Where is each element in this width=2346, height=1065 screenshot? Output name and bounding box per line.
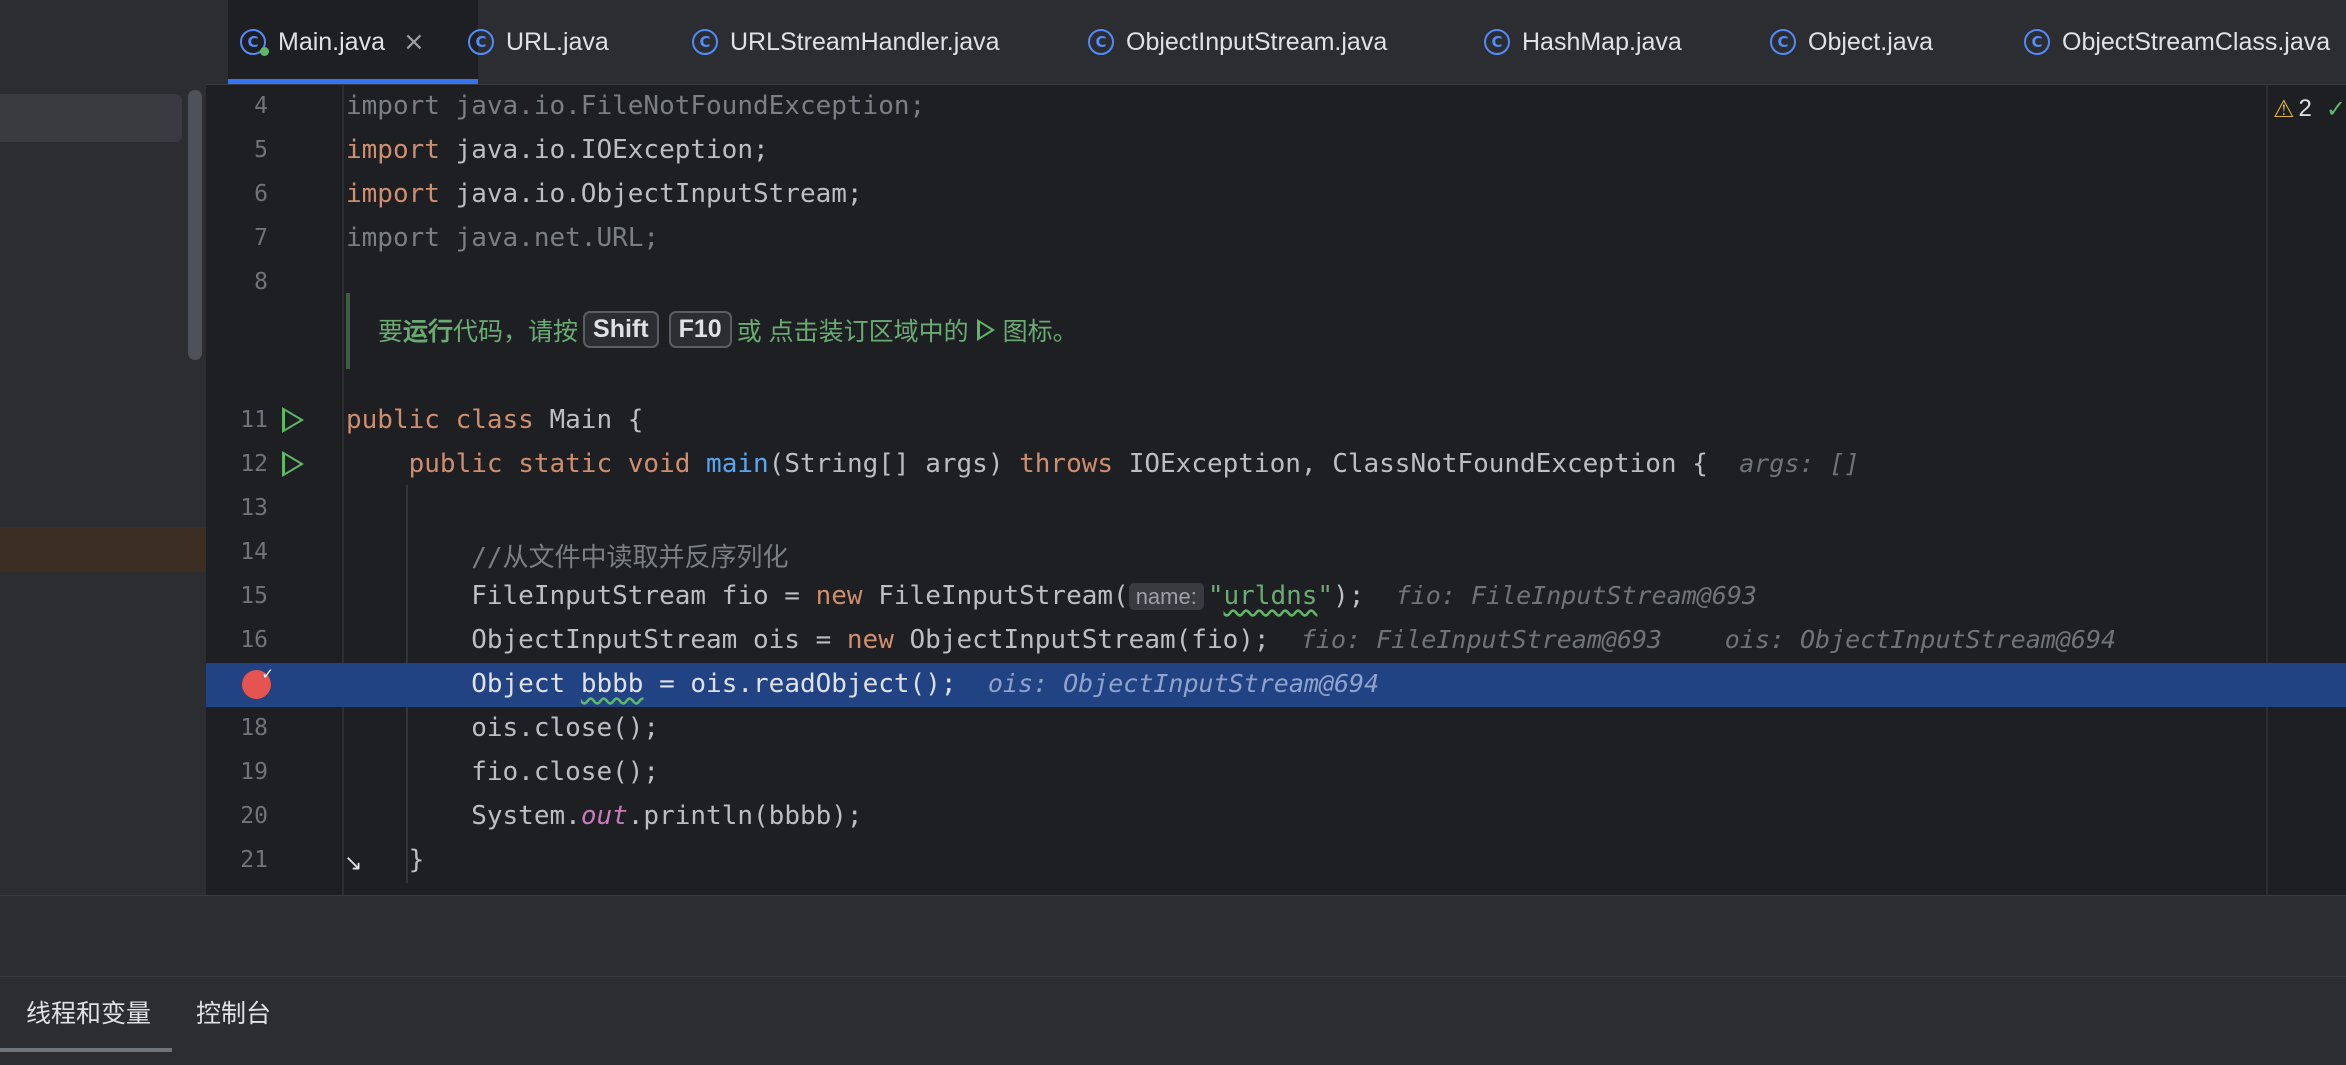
code-text: import java.io.FileNotFoundException; bbox=[346, 91, 926, 121]
line-number: 4 bbox=[254, 93, 268, 119]
tab-main-java[interactable]: C Main.java × bbox=[228, 0, 478, 84]
debug-value-hint: fio: FileInputStream@693 bbox=[1300, 625, 1663, 654]
code-line[interactable]: 14 //从文件中读取并反序列化 bbox=[206, 531, 2346, 575]
tab-object-java[interactable]: C Object.java bbox=[1770, 0, 1933, 84]
debug-tool-window: 线程和变量 控制台 bbox=[0, 895, 2346, 1065]
run-icon bbox=[976, 318, 995, 341]
line-number: 5 bbox=[254, 137, 268, 163]
code-line[interactable]: 16 ObjectInputStream ois = new ObjectInp… bbox=[206, 619, 2346, 663]
line-number: 7 bbox=[254, 225, 268, 251]
hint-text: 代码，请按 bbox=[453, 317, 579, 346]
tab-label: ObjectStreamClass.java bbox=[2062, 27, 2331, 56]
class-icon: C bbox=[692, 29, 718, 55]
active-tab-indicator bbox=[0, 1048, 172, 1052]
run-gutter-icon[interactable] bbox=[282, 451, 304, 477]
execution-point-line[interactable]: ✓ Object bbbb = ois.readObject(); ois: O… bbox=[206, 663, 2346, 707]
code-text: public static void main(String[] args) t… bbox=[408, 449, 1860, 479]
close-icon[interactable]: × bbox=[403, 27, 425, 57]
code-text: ObjectInputStream ois = new ObjectInputS… bbox=[346, 625, 2117, 655]
debug-value-hint: ois: ObjectInputStream@694 bbox=[1724, 625, 2117, 654]
code-line[interactable]: 19 fio.close(); bbox=[206, 751, 2346, 795]
line-number: 6 bbox=[254, 181, 268, 207]
run-gutter-icon[interactable] bbox=[282, 407, 304, 433]
debug-value-hint: args: [] bbox=[1739, 449, 1860, 478]
code-line[interactable]: 13 bbox=[206, 487, 2346, 531]
hint-run-word: 运行 bbox=[403, 317, 454, 346]
tab-label: ObjectInputStream.java bbox=[1126, 27, 1388, 56]
code-text: import java.io.ObjectInputStream; bbox=[346, 179, 863, 209]
code-line[interactable]: 21 } bbox=[206, 839, 2346, 883]
code-text: FileInputStream fio = new FileInputStrea… bbox=[346, 581, 1757, 611]
tab-objectstreamclass-java[interactable]: C ObjectStreamClass.java bbox=[2024, 0, 2330, 84]
code-text: Object bbbb = ois.readObject(); ois: Obj… bbox=[346, 669, 1380, 699]
code-text: System.out.println(bbbb); bbox=[346, 801, 863, 831]
code-line[interactable]: 12 public static void main(String[] args… bbox=[206, 443, 2346, 487]
code-text: import java.net.URL; bbox=[346, 223, 660, 253]
line-number: 13 bbox=[240, 495, 268, 521]
code-line[interactable]: 6 import java.io.ObjectInputStream; bbox=[206, 173, 2346, 217]
line-number: 12 bbox=[240, 451, 268, 477]
line-number: 21 bbox=[240, 847, 268, 873]
code-line[interactable]: 18 ois.close(); bbox=[206, 707, 2346, 751]
shift-key: Shift bbox=[583, 311, 659, 348]
tab-label: URL.java bbox=[506, 27, 609, 56]
tab-label: Object.java bbox=[1808, 27, 1934, 56]
tab-label: URLStreamHandler.java bbox=[730, 27, 1000, 56]
code-line[interactable]: 7 import java.net.URL; bbox=[206, 217, 2346, 261]
code-text: fio.close(); bbox=[346, 757, 660, 787]
mouse-cursor-icon: ↘ bbox=[344, 851, 363, 876]
tab-url-java[interactable]: C URL.java bbox=[468, 0, 609, 84]
line-number: 18 bbox=[240, 715, 268, 741]
class-icon: C bbox=[1088, 29, 1114, 55]
code-text: ois.close(); bbox=[346, 713, 660, 743]
tab-console[interactable]: 控制台 bbox=[196, 994, 271, 1030]
project-panel bbox=[0, 0, 206, 895]
code-editor[interactable]: ⚠ 2 ✓ 4 import java.io.FileNotFoundExcep… bbox=[206, 85, 2346, 895]
parameter-hint: name: bbox=[1128, 583, 1204, 610]
hint-text: 图标。 bbox=[1002, 317, 1078, 346]
line-number: 11 bbox=[240, 407, 268, 433]
breakpoint-icon[interactable]: ✓ bbox=[242, 665, 274, 699]
code-line[interactable]: 4 import java.io.FileNotFoundException; bbox=[206, 85, 2346, 129]
tab-urlstreamhandler-java[interactable]: C URLStreamHandler.java bbox=[692, 0, 1000, 84]
code-line[interactable]: 15 FileInputStream fio = new FileInputSt… bbox=[206, 575, 2346, 619]
tab-label: Main.java bbox=[278, 27, 385, 56]
code-comment: //从文件中读取并反序列化 bbox=[471, 543, 789, 573]
tab-label: HashMap.java bbox=[1522, 27, 1682, 56]
line-number: 15 bbox=[240, 583, 268, 609]
tab-objectinputstream-java[interactable]: C ObjectInputStream.java bbox=[1088, 0, 1387, 84]
hint-text: 或 点击装订区域中的 bbox=[736, 317, 969, 346]
project-execution-row[interactable] bbox=[0, 527, 206, 572]
line-number: 8 bbox=[254, 269, 268, 295]
f10-key: F10 bbox=[668, 311, 732, 348]
code-text: public class Main { bbox=[346, 405, 644, 435]
line-number: 14 bbox=[240, 539, 268, 565]
code-text: //从文件中读取并反序列化 bbox=[346, 537, 789, 574]
code-line[interactable]: 20 System.out.println(bbbb); bbox=[206, 795, 2346, 839]
class-icon: C bbox=[468, 29, 494, 55]
tab-threads-variables[interactable]: 线程和变量 bbox=[26, 994, 151, 1030]
debug-value-hint: fio: FileInputStream@693 bbox=[1395, 581, 1757, 610]
editor-tab-bar: C Main.java × C URL.java C URLStreamHand… bbox=[206, 0, 2346, 85]
class-icon: C bbox=[1484, 29, 1510, 55]
run-hint-inlay: 要 运行 代码，请按 Shift F10 或 点击装订区域中的 图标。 bbox=[346, 293, 2050, 369]
hint-text: 要 bbox=[378, 317, 404, 346]
class-icon: C bbox=[1770, 29, 1796, 55]
project-selected-item[interactable] bbox=[0, 94, 182, 142]
code-text: import java.io.IOException; bbox=[346, 135, 769, 165]
debug-value-hint: ois: ObjectInputStream@694 bbox=[987, 669, 1380, 698]
project-scrollbar[interactable] bbox=[188, 90, 202, 360]
tab-hashmap-java[interactable]: C HashMap.java bbox=[1484, 0, 1682, 84]
line-number: 20 bbox=[240, 803, 268, 829]
class-icon: C bbox=[2024, 29, 2050, 55]
code-line[interactable]: 11 public class Main { bbox=[206, 399, 2346, 443]
line-number: 16 bbox=[240, 627, 268, 653]
code-line[interactable]: 5 import java.io.IOException; bbox=[206, 129, 2346, 173]
line-number: 19 bbox=[240, 759, 268, 785]
class-running-icon: C bbox=[240, 29, 269, 56]
